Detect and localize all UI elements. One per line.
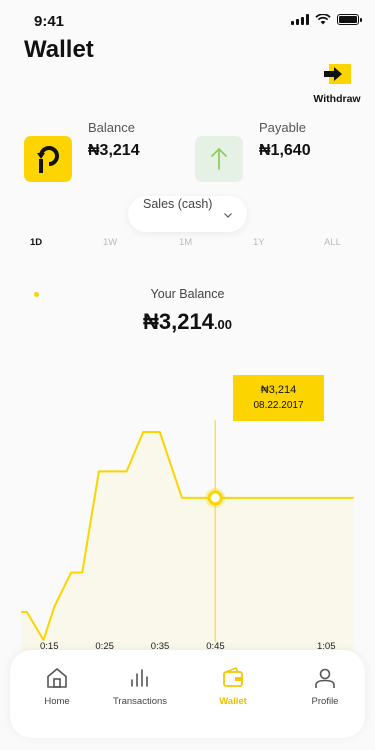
period-tab-1y[interactable]: 1Y — [253, 237, 265, 248]
status-bar: 9:41 — [0, 0, 375, 40]
withdraw-label: Withdraw — [313, 93, 361, 105]
tab-home[interactable]: Home — [17, 666, 97, 722]
wallet-icon — [223, 666, 243, 687]
bar-chart-icon — [131, 669, 148, 687]
chart-tooltip: ₦3,214 08.22.2017 — [233, 375, 324, 421]
balance-tile — [24, 136, 72, 182]
your-balance-amount: ₦3,214.00 — [0, 309, 375, 335]
balance-card[interactable]: Balance ₦3,214 — [24, 118, 184, 188]
withdraw-arrow-icon — [324, 64, 351, 84]
user-icon — [315, 668, 335, 688]
battery-icon — [337, 14, 362, 25]
highlight-point[interactable] — [207, 490, 223, 506]
tab-profile[interactable]: Profile — [285, 666, 365, 722]
balance-amount: ₦3,214 — [88, 142, 140, 159]
status-icons — [291, 14, 362, 25]
tab-wallet[interactable]: Wallet — [193, 666, 273, 722]
cellular-signal-icon — [291, 14, 309, 25]
period-tab-1d[interactable]: 1D — [30, 237, 42, 248]
bottom-tab-bar: Home Transactions Wallet Profile — [10, 650, 365, 738]
your-balance-label: Your Balance — [150, 287, 225, 301]
period-tab-1m[interactable]: 1M — [179, 237, 192, 248]
payable-tile — [195, 136, 243, 182]
period-tab-1w[interactable]: 1W — [103, 237, 117, 248]
your-balance-whole: ₦3,214 — [142, 309, 214, 334]
arrow-up-icon — [211, 147, 227, 170]
refresh-coin-icon — [37, 146, 59, 173]
home-icon — [47, 668, 67, 688]
tooltip-date: 08.22.2017 — [253, 400, 304, 411]
your-balance-cents: .00 — [213, 317, 233, 332]
withdraw-button[interactable]: Withdraw — [313, 64, 361, 108]
payable-amount: ₦1,640 — [259, 142, 311, 159]
tab-transactions[interactable]: Transactions — [100, 666, 180, 722]
tab-home-label: Home — [44, 696, 70, 707]
tooltip-value: ₦3,214 — [260, 384, 297, 396]
sales-type-value: Sales (cash) — [143, 197, 213, 211]
tab-profile-label: Profile — [311, 696, 339, 707]
payable-label: Payable — [259, 120, 306, 135]
chart-area-fill — [21, 432, 354, 660]
tab-wallet-label: Wallet — [219, 696, 247, 707]
period-selector: 1D 1W 1M 1Y ALL — [0, 237, 375, 251]
page-title: Wallet — [24, 36, 94, 63]
wifi-icon — [315, 14, 331, 25]
balance-line-chart[interactable] — [0, 420, 375, 660]
tab-transactions-label: Transactions — [112, 696, 168, 707]
status-time: 9:41 — [34, 13, 65, 30]
payable-card[interactable]: Payable ₦1,640 — [195, 118, 355, 188]
balance-label: Balance — [88, 120, 135, 135]
period-tab-all[interactable]: ALL — [324, 237, 341, 248]
sales-type-dropdown[interactable]: Sales (cash) — [128, 196, 247, 232]
chevron-down-icon — [224, 213, 232, 218]
